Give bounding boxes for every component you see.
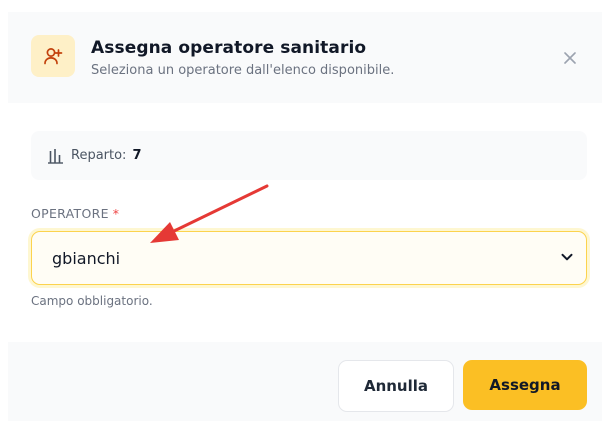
dialog-title: Assegna operatore sanitario [91,38,367,58]
operator-select-value: gbianchi [52,248,121,268]
operator-field-label: OPERATORE * [31,206,119,221]
user-plus-icon [31,35,75,77]
close-icon [564,52,576,64]
department-info: Reparto: 7 [31,131,587,180]
assign-operator-dialog: Assegna operatore sanitario Seleziona un… [0,0,602,421]
bar-chart-icon [47,147,64,164]
operator-select[interactable]: gbianchi [31,231,587,285]
operator-label-text: OPERATORE [31,206,109,221]
required-hint: Campo obbligatorio. [31,294,153,308]
dialog-subtitle: Seleziona un operatore dall'elenco dispo… [91,63,395,78]
required-asterisk: * [112,206,120,221]
dialog-header: Assegna operatore sanitario Seleziona un… [8,12,602,103]
chevron-down-icon [561,253,573,261]
department-value: 7 [132,148,142,163]
department-label: Reparto: [71,148,127,163]
cancel-button[interactable]: Annulla [338,360,454,412]
close-button[interactable] [558,46,582,70]
assign-button[interactable]: Assegna [463,360,587,410]
